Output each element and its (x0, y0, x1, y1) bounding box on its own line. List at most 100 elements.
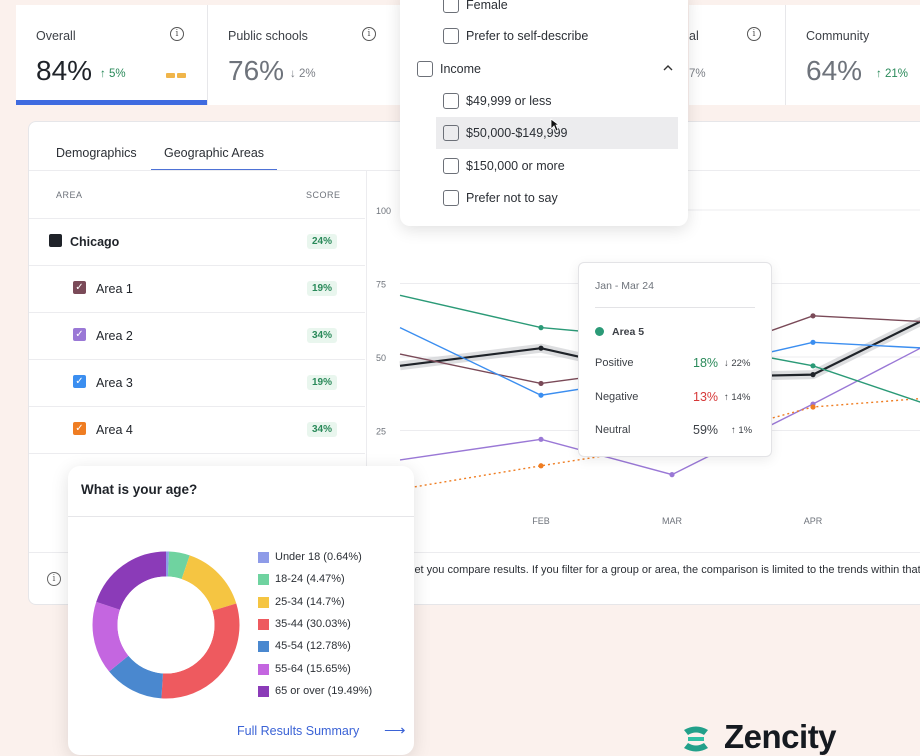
kpi-title: Public schools (228, 29, 308, 43)
data-point[interactable] (810, 372, 816, 378)
kpi-selected-bar (16, 100, 207, 105)
x-tick-label: MAR (662, 516, 683, 526)
y-tick-label: 75 (376, 280, 386, 290)
data-point[interactable] (538, 345, 544, 351)
chart-tooltip: Jan - Mar 24 Area 5 Positive 18% ↓ 22% N… (578, 262, 772, 457)
checkbox-checked[interactable]: ✓ (73, 375, 86, 388)
comparison-dash-icon (166, 73, 186, 78)
score-column-header: SCORE (306, 190, 341, 200)
kpi-change: ↑ 21% (876, 68, 908, 80)
option-label[interactable]: Female (466, 0, 508, 12)
option-label[interactable]: $49,999 or less (466, 94, 551, 108)
zencity-logo: Zencity (680, 718, 920, 755)
info-icon[interactable]: i (47, 572, 61, 586)
data-point[interactable] (538, 463, 544, 469)
checkbox-self-describe[interactable] (443, 28, 459, 44)
series-dot-icon (595, 327, 604, 336)
tooltip-divider (595, 307, 755, 308)
tooltip-row-value: 18% (693, 356, 719, 370)
card-header-divider (68, 516, 414, 517)
tooltip-row-label: Neutral (595, 424, 631, 436)
data-point[interactable] (538, 436, 544, 442)
kpi-overall[interactable]: Overall i 84% ↑ 5% (16, 5, 208, 105)
data-point[interactable] (810, 313, 816, 319)
legend-swatch (258, 685, 269, 697)
option-group-label[interactable]: Income (440, 62, 481, 76)
checkbox-prefer-not[interactable] (443, 190, 459, 206)
kpi-change: 7% (689, 68, 706, 80)
kpi-title: Overall (36, 29, 76, 43)
chevron-up-icon[interactable] (663, 64, 673, 71)
legend-swatch (258, 663, 269, 675)
color-swatch (49, 234, 62, 247)
info-icon[interactable]: i (362, 27, 376, 41)
card-title: What is your age? (81, 482, 198, 497)
legend-swatch (258, 552, 269, 563)
score-badge: 34% (306, 328, 337, 343)
data-point[interactable] (538, 392, 544, 398)
kpi-value: 64% (806, 55, 863, 86)
table-row[interactable]: ✓ Area 1 19% (29, 265, 365, 312)
legend-label: 18-24 (4.47%) (275, 573, 345, 586)
checkbox-checked[interactable]: ✓ (73, 281, 86, 294)
checkbox-income-high[interactable] (443, 158, 459, 174)
y-tick-label: 25 (376, 427, 386, 437)
checkbox-income-mid[interactable] (443, 125, 459, 141)
data-point[interactable] (538, 380, 544, 387)
table-row-chicago[interactable]: Chicago 24% (29, 218, 365, 265)
data-point[interactable] (669, 472, 675, 478)
age-donut-chart (92, 551, 240, 699)
data-point[interactable] (810, 363, 816, 369)
area-name: Chicago (70, 235, 120, 249)
data-point[interactable] (538, 325, 544, 331)
legend-label: Under 18 (0.64%) (275, 551, 362, 563)
kpi-public-schools[interactable]: Public schools i 76% ↓ 2% (208, 5, 401, 105)
score-badge: 19% (306, 375, 337, 390)
checkbox-checked[interactable]: ✓ (73, 422, 86, 435)
y-tick-label: 100 (376, 206, 391, 216)
checkbox-income[interactable] (417, 61, 433, 77)
table-row[interactable]: ✓ Area 2 34% (29, 312, 365, 359)
legend-label: 45-54 (12.78%) (275, 640, 351, 653)
kpi-value: 76% (228, 55, 285, 86)
legend-swatch (258, 596, 269, 608)
kpi-partial[interactable]: al i 7% (689, 5, 786, 105)
footnote-text: let you compare results. If you filter f… (412, 564, 920, 576)
score-badge: 24% (306, 234, 337, 249)
legend-swatch (258, 641, 269, 653)
kpi-change: ↓ 2% (290, 68, 316, 80)
tooltip-period: Jan - Mar 24 (595, 280, 654, 292)
tab-geographic-areas[interactable]: Geographic Areas (164, 146, 264, 160)
table-row[interactable]: ✓ Area 3 19% (29, 359, 365, 406)
data-point[interactable] (810, 404, 816, 410)
legend-label: 35-44 (30.03%) (275, 617, 351, 630)
info-icon[interactable]: i (747, 27, 761, 41)
legend-swatch (258, 574, 269, 586)
full-results-link[interactable]: Full Results Summary (237, 724, 359, 738)
checkbox-checked[interactable]: ✓ (73, 328, 86, 341)
x-tick-label: FEB (532, 516, 550, 526)
tooltip-row-value: 59% (693, 423, 719, 437)
info-icon[interactable]: i (170, 27, 184, 41)
option-label[interactable]: Prefer not to say (466, 191, 558, 205)
option-label[interactable]: $150,000 or more (466, 159, 565, 173)
score-badge: 19% (306, 281, 337, 296)
table-row[interactable]: ✓ Area 4 34% (29, 406, 365, 453)
area-name: Area 1 (96, 282, 133, 296)
data-point[interactable] (810, 339, 816, 345)
checkbox-income-low[interactable] (443, 93, 459, 109)
legend-swatch (258, 618, 269, 630)
area-column-header: AREA (56, 190, 83, 200)
mouse-cursor-icon (550, 118, 560, 132)
legend-label: 65 or over (19.49%) (275, 684, 373, 697)
legend-label: 55-64 (15.65%) (275, 662, 351, 675)
checkbox-female[interactable] (443, 0, 459, 13)
tab-demographics[interactable]: Demographics (56, 146, 137, 160)
area-name: Area 2 (96, 329, 133, 343)
zencity-logo-icon (684, 726, 708, 752)
arrow-right-icon[interactable]: ⟶ (384, 721, 406, 739)
age-question-card: What is your age? Under 18 (0.64%) 18-24 … (68, 466, 414, 755)
option-label[interactable]: Prefer to self-describe (466, 29, 588, 43)
tooltip-series-name: Area 5 (612, 326, 645, 338)
kpi-community[interactable]: Community 64% ↑ 21% (786, 5, 920, 105)
